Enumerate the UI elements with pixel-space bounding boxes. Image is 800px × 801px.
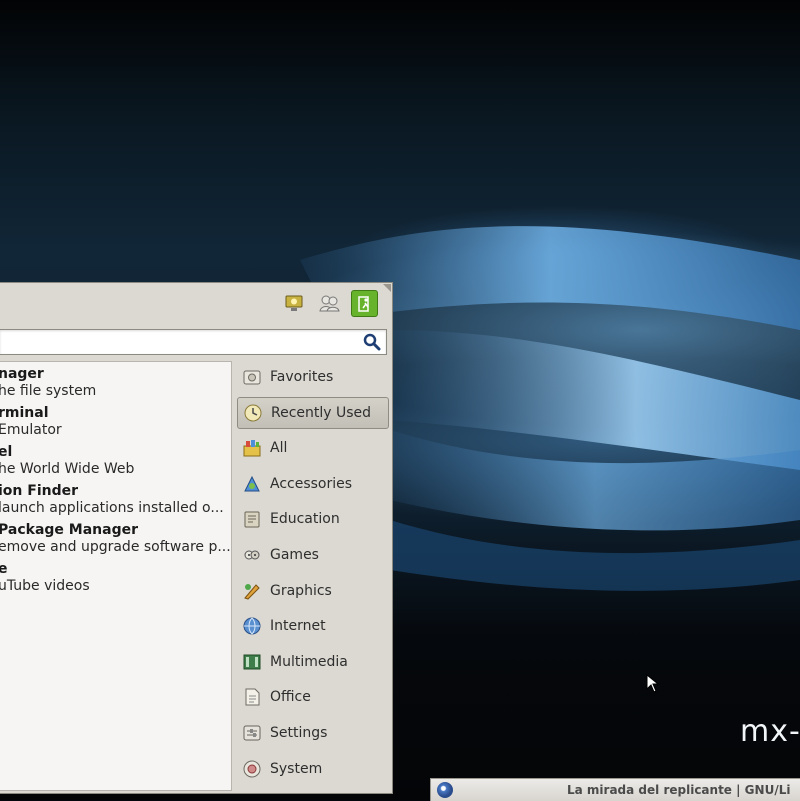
category-multimedia[interactable]: Multimedia: [237, 646, 389, 678]
multimedia-icon: [241, 651, 263, 673]
app-item-application-finder[interactable]: ion Finder launch applications installed…: [0, 483, 231, 522]
app-description: uTube videos: [0, 578, 90, 594]
settings-icon: [241, 722, 263, 744]
search-icon[interactable]: [363, 333, 381, 351]
distro-brand-text: mx-: [740, 714, 800, 749]
category-recently-used[interactable]: Recently Used: [237, 396, 389, 429]
search-field[interactable]: [0, 329, 387, 355]
app-name: ion Finder: [0, 483, 79, 499]
app-description: he World Wide Web: [0, 461, 135, 477]
users-icon[interactable]: [316, 290, 341, 315]
category-label: Multimedia: [270, 653, 348, 670]
app-name: rminal: [0, 405, 49, 421]
all-apps-icon: [241, 437, 263, 459]
accessories-icon: [241, 473, 263, 495]
app-description: emove and upgrade software p...: [0, 539, 231, 555]
logout-icon[interactable]: [351, 290, 378, 317]
category-label: Settings: [270, 724, 328, 741]
category-office[interactable]: Office: [237, 681, 389, 713]
mouse-pointer-icon: [646, 674, 660, 693]
category-internet[interactable]: Internet: [237, 610, 389, 642]
app-item-file-manager[interactable]: nager he file system: [0, 366, 231, 405]
favorites-icon: [241, 366, 263, 388]
resize-handle[interactable]: [383, 284, 391, 292]
category-label: Internet: [270, 618, 326, 635]
system-icon: [241, 758, 263, 780]
category-favorites[interactable]: Favorites: [237, 361, 389, 393]
app-name: e: [0, 561, 231, 578]
app-description: Emulator: [0, 422, 62, 438]
category-label: Accessories: [270, 475, 353, 492]
app-item-terminal[interactable]: rminal Emulator: [0, 405, 231, 444]
whisker-menu: nager he file system rminal Emulator el …: [0, 282, 393, 794]
office-icon: [241, 686, 263, 708]
graphics-icon: [241, 580, 263, 602]
app-item-youtube[interactable]: e uTube videos: [0, 561, 231, 600]
category-label: All: [270, 440, 288, 457]
category-graphics[interactable]: Graphics: [237, 575, 389, 607]
settings-monitor-icon[interactable]: [281, 290, 306, 315]
education-icon: [241, 508, 263, 530]
search-input[interactable]: [0, 330, 354, 354]
browser-icon[interactable]: [437, 782, 453, 798]
category-list: Favorites Recently Used All Accessories …: [237, 361, 389, 788]
category-label: Graphics: [270, 582, 332, 599]
app-name: el: [0, 444, 13, 460]
app-name: Package Manager: [0, 522, 138, 538]
recent-apps-list: nager he file system rminal Emulator el …: [0, 361, 232, 791]
app-name: nager: [0, 366, 44, 382]
app-description: he file system: [0, 383, 97, 399]
games-icon: [241, 544, 263, 566]
app-description: launch applications installed o...: [0, 500, 224, 516]
clock-icon: [242, 402, 264, 424]
app-item-web-browser[interactable]: el he World Wide Web: [0, 444, 231, 483]
menu-header-actions: [281, 290, 378, 317]
category-education[interactable]: Education: [237, 503, 389, 535]
category-settings[interactable]: Settings: [237, 717, 389, 749]
internet-globe-icon: [241, 615, 263, 637]
category-label: Games: [270, 546, 319, 563]
category-all[interactable]: All: [237, 432, 389, 464]
category-label: Education: [270, 511, 340, 528]
category-label: Recently Used: [271, 404, 372, 421]
category-label: Office: [270, 689, 311, 706]
category-system[interactable]: System: [237, 753, 389, 785]
taskbar-window-title[interactable]: La mirada del replicante | GNU/Li: [567, 783, 790, 797]
category-games[interactable]: Games: [237, 539, 389, 571]
app-item-package-manager[interactable]: Package Manager emove and upgrade softwa…: [0, 522, 231, 561]
category-label: System: [270, 760, 323, 777]
category-label: Favorites: [270, 369, 334, 385]
taskbar: La mirada del replicante | GNU/Li: [430, 778, 800, 801]
category-accessories[interactable]: Accessories: [237, 468, 389, 500]
